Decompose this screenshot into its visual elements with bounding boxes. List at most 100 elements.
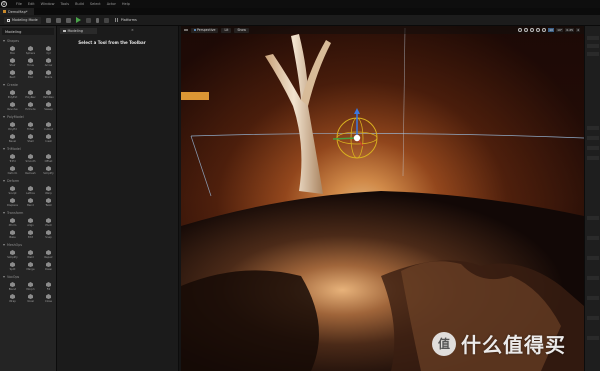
tool-button[interactable]: Cutout	[41, 120, 56, 131]
menu-build[interactable]: Build	[75, 2, 84, 6]
hamburger-icon[interactable]	[184, 28, 188, 32]
details-tab[interactable]: Modeling	[60, 28, 97, 34]
tool-button[interactable]: Clean	[41, 260, 56, 271]
gizmo-y-axis[interactable]	[332, 137, 358, 140]
tool-button[interactable]: Edit	[23, 228, 38, 239]
translate-icon[interactable]	[524, 28, 529, 32]
details-row[interactable]	[587, 276, 599, 280]
tool-button[interactable]: Rect	[5, 68, 20, 79]
tool-button[interactable]: Simplify	[41, 164, 56, 175]
camera-speed-value[interactable]: 4	[576, 28, 580, 32]
add-content-icon[interactable]	[45, 17, 51, 23]
blueprint-icon[interactable]	[55, 17, 61, 23]
tool-button[interactable]: Sculpt	[5, 184, 20, 195]
tool-button[interactable]: Shell	[23, 132, 38, 143]
tool-button[interactable]: Weld	[23, 248, 38, 259]
select-mode-icon[interactable]	[518, 28, 523, 32]
mode-selector-button[interactable]: Modeling Mode	[4, 16, 41, 24]
details-row[interactable]	[587, 236, 599, 240]
details-row[interactable]	[587, 256, 599, 260]
tool-button[interactable]: Arrow	[41, 56, 56, 67]
tool-button[interactable]: Voxel	[23, 292, 38, 303]
tool-button[interactable]: Stairs	[41, 68, 56, 79]
tool-button[interactable]: Simplify	[5, 248, 20, 259]
tool-button[interactable]: Box	[5, 44, 20, 55]
tool-button[interactable]: Blend	[5, 280, 20, 291]
outliner-row[interactable]	[587, 36, 599, 40]
scale-snap-value[interactable]: 0.25	[565, 28, 575, 32]
close-icon[interactable]: ×	[131, 28, 134, 32]
tool-button[interactable]: Xform	[5, 216, 20, 227]
details-row[interactable]	[587, 316, 599, 320]
outliner-row[interactable]	[587, 136, 599, 140]
tool-button[interactable]: Morph	[23, 280, 38, 291]
tool-button[interactable]: Disc	[23, 68, 38, 79]
menu-actor[interactable]: Actor	[107, 2, 116, 6]
tool-button[interactable]: Sphere	[23, 44, 38, 55]
tool-button[interactable]: PathRev	[41, 88, 56, 99]
tool-button[interactable]: Inset	[41, 132, 56, 143]
tool-button[interactable]: Torus	[23, 56, 38, 67]
menu-file[interactable]: File	[16, 2, 22, 6]
eject-icon[interactable]	[103, 17, 109, 23]
tool-button[interactable]: PolyRev	[23, 88, 38, 99]
show-button[interactable]: Show	[234, 27, 249, 33]
viewport-scene[interactable]	[181, 26, 584, 371]
tool-button[interactable]: Lattice	[23, 184, 38, 195]
play-icon[interactable]	[75, 17, 81, 23]
tool-button[interactable]: Repair	[41, 248, 56, 259]
outliner-row[interactable]	[587, 156, 599, 160]
platforms-button[interactable]: Platforms	[114, 18, 137, 22]
world-space-icon[interactable]	[542, 28, 547, 32]
tool-button[interactable]: Extrude	[23, 100, 38, 111]
tool-button[interactable]: Revolve	[5, 100, 20, 111]
tool-button[interactable]: Displace	[5, 196, 20, 207]
menu-select[interactable]: Select	[90, 2, 101, 6]
stop-icon[interactable]	[95, 17, 99, 23]
tool-button[interactable]: Align	[23, 216, 38, 227]
menu-help[interactable]: Help	[122, 2, 130, 6]
outliner-row[interactable]	[587, 44, 599, 48]
tool-button[interactable]: Fill	[41, 280, 56, 291]
tool-button[interactable]: Offset	[41, 152, 56, 163]
menu-edit[interactable]: Edit	[28, 2, 35, 6]
tool-button[interactable]: TriEd	[5, 152, 20, 163]
tool-button[interactable]: Bevel	[5, 132, 20, 143]
tool-button[interactable]: Close	[41, 292, 56, 303]
perspective-button[interactable]: Perspective	[191, 27, 219, 33]
details-row[interactable]	[587, 216, 599, 220]
tool-button[interactable]: Remesh	[23, 164, 38, 175]
tool-button[interactable]: Merge	[23, 260, 38, 271]
scale-icon[interactable]	[536, 28, 541, 32]
tool-button[interactable]: Wrap	[5, 292, 20, 303]
point-light-icon[interactable]	[353, 134, 361, 142]
tool-button[interactable]: Smooth	[23, 152, 38, 163]
tool-button[interactable]: Stair	[5, 56, 20, 67]
menu-window[interactable]: Window	[41, 2, 55, 6]
tool-button[interactable]: Warp	[41, 184, 56, 195]
unreal-logo-icon[interactable]: U	[0, 0, 8, 8]
tool-button[interactable]: Cyl	[41, 44, 56, 55]
tool-button[interactable]: Bake	[5, 228, 20, 239]
level-viewport[interactable]: Perspective Lit Show 10 10° 0.25 4	[181, 26, 584, 371]
tool-button[interactable]: Twist	[41, 196, 56, 207]
cinematics-icon[interactable]	[65, 17, 71, 23]
rotate-icon[interactable]	[530, 28, 535, 32]
tool-button[interactable]: PolyEd	[5, 120, 20, 131]
outliner-row[interactable]	[587, 126, 599, 130]
grid-snap-value[interactable]: 10	[548, 28, 555, 32]
details-row[interactable]	[587, 296, 599, 300]
details-row[interactable]	[587, 336, 599, 340]
tool-button[interactable]: Snap	[41, 228, 56, 239]
skip-frame-icon[interactable]	[85, 17, 91, 23]
tool-button[interactable]: Sweep	[41, 100, 56, 111]
tool-button[interactable]: Deform	[5, 164, 20, 175]
tool-button[interactable]: Pivot	[41, 216, 56, 227]
tool-button[interactable]: TriSel	[23, 120, 38, 131]
tool-button[interactable]: Split	[5, 260, 20, 271]
level-tab[interactable]: DemoMap*	[0, 8, 34, 15]
outliner-row[interactable]	[587, 52, 599, 56]
menu-tools[interactable]: Tools	[60, 2, 69, 6]
lit-button[interactable]: Lit	[221, 27, 232, 33]
rotation-snap-value[interactable]: 10°	[556, 28, 564, 32]
